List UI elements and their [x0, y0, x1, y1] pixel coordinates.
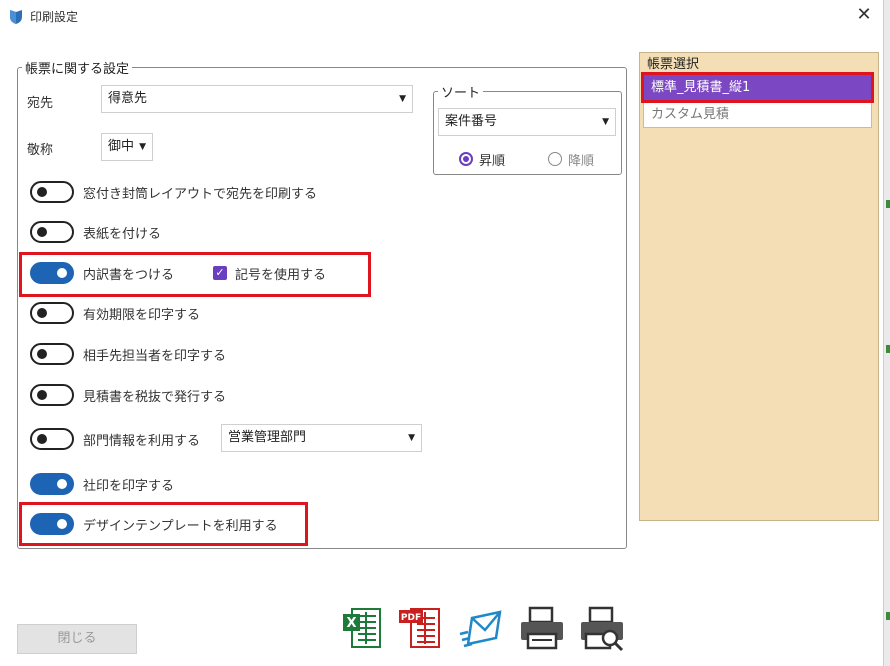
contact-person-label: 相手先担当者を印字する	[83, 349, 227, 364]
print-settings-window: 印刷設定 ✕ 帳票に関する設定 宛先 得意先 ▼ 敬称 御中 ▼ ソート 案件番…	[0, 0, 884, 666]
print-preview-icon[interactable]	[578, 604, 626, 652]
window-envelope-label: 窓付き封筒レイアウトで宛先を印刷する	[83, 187, 318, 202]
email-send-icon[interactable]	[458, 604, 506, 652]
chevron-down-icon: ▼	[399, 94, 406, 104]
chevron-down-icon: ▼	[408, 433, 415, 443]
report-settings-legend: 帳票に関する設定	[25, 62, 130, 77]
sort-asc-label: 昇順	[479, 154, 506, 169]
recipient-select[interactable]: 得意先 ▼	[101, 85, 413, 113]
toggle-knob	[37, 187, 47, 197]
right-edge-strip	[884, 0, 890, 666]
toggle-knob	[37, 227, 47, 237]
excel-icon-letter: X	[346, 616, 356, 631]
chevron-down-icon: ▼	[602, 117, 609, 127]
chevron-down-icon: ▼	[139, 142, 146, 152]
sort-legend: ソート	[441, 86, 481, 101]
pdf-export-icon[interactable]: PDF	[397, 604, 445, 652]
toggle-knob	[57, 479, 67, 489]
toggle-knob	[37, 308, 47, 318]
edge-mark	[886, 345, 890, 353]
company-seal-toggle[interactable]	[30, 473, 74, 495]
window-close-button[interactable]: ✕	[852, 4, 876, 28]
title-bar: 印刷設定 ✕	[0, 0, 884, 32]
app-logo-icon	[10, 10, 22, 24]
edge-mark	[886, 200, 890, 208]
tax-exclusive-label: 見積書を税抜で発行する	[83, 390, 227, 405]
toggle-knob	[37, 349, 47, 359]
close-button[interactable]: 閉じる	[17, 624, 137, 654]
sort-select[interactable]: 案件番号 ▼	[438, 108, 616, 136]
expiry-label: 有効期限を印字する	[83, 308, 201, 323]
tax-exclusive-toggle[interactable]	[30, 384, 74, 406]
department-label: 部門情報を利用する	[83, 434, 201, 449]
window-title: 印刷設定	[30, 10, 79, 24]
excel-export-icon[interactable]: X	[338, 604, 386, 652]
report-item-standard[interactable]: 標準_見積書_縦1	[644, 75, 871, 100]
use-symbols-label: 記号を使用する	[235, 268, 327, 283]
toggle-knob	[37, 390, 47, 400]
contact-person-toggle[interactable]	[30, 343, 74, 365]
honorific-select[interactable]: 御中 ▼	[101, 133, 153, 161]
toggle-knob	[57, 519, 67, 529]
printer-icon[interactable]	[518, 604, 566, 652]
checkmark-icon: ✓	[215, 266, 225, 279]
company-seal-label: 社印を印字する	[83, 479, 175, 494]
sort-select-value: 案件番号	[445, 114, 498, 129]
design-template-label: デザインテンプレートを利用する	[83, 519, 278, 534]
cover-page-label: 表紙を付ける	[83, 227, 162, 242]
honorific-label: 敬称	[27, 143, 54, 158]
department-select-value: 営業管理部門	[228, 430, 307, 445]
toggle-knob	[37, 434, 47, 444]
honorific-select-value: 御中	[108, 139, 135, 154]
report-list: 標準_見積書_縦1 カスタム見積	[643, 74, 872, 128]
department-select[interactable]: 営業管理部門 ▼	[221, 424, 422, 452]
sort-asc-radio[interactable]	[459, 152, 473, 166]
edge-mark	[886, 612, 890, 620]
breakdown-label: 内訳書をつける	[83, 268, 175, 283]
toggle-knob	[57, 268, 67, 278]
window-envelope-toggle[interactable]	[30, 181, 74, 203]
design-template-toggle[interactable]	[30, 513, 74, 535]
expiry-toggle[interactable]	[30, 302, 74, 324]
sort-desc-radio[interactable]	[548, 152, 562, 166]
report-select-legend: 帳票選択	[645, 53, 702, 72]
use-symbols-checkbox[interactable]: ✓	[213, 266, 227, 280]
report-item-custom[interactable]: カスタム見積	[644, 102, 871, 127]
pdf-icon-text: PDF	[401, 613, 421, 623]
recipient-label: 宛先	[27, 96, 54, 111]
sort-desc-label: 降順	[568, 154, 595, 169]
breakdown-toggle[interactable]	[30, 262, 74, 284]
cover-page-toggle[interactable]	[30, 221, 74, 243]
recipient-select-value: 得意先	[108, 91, 148, 106]
department-toggle[interactable]	[30, 428, 74, 450]
